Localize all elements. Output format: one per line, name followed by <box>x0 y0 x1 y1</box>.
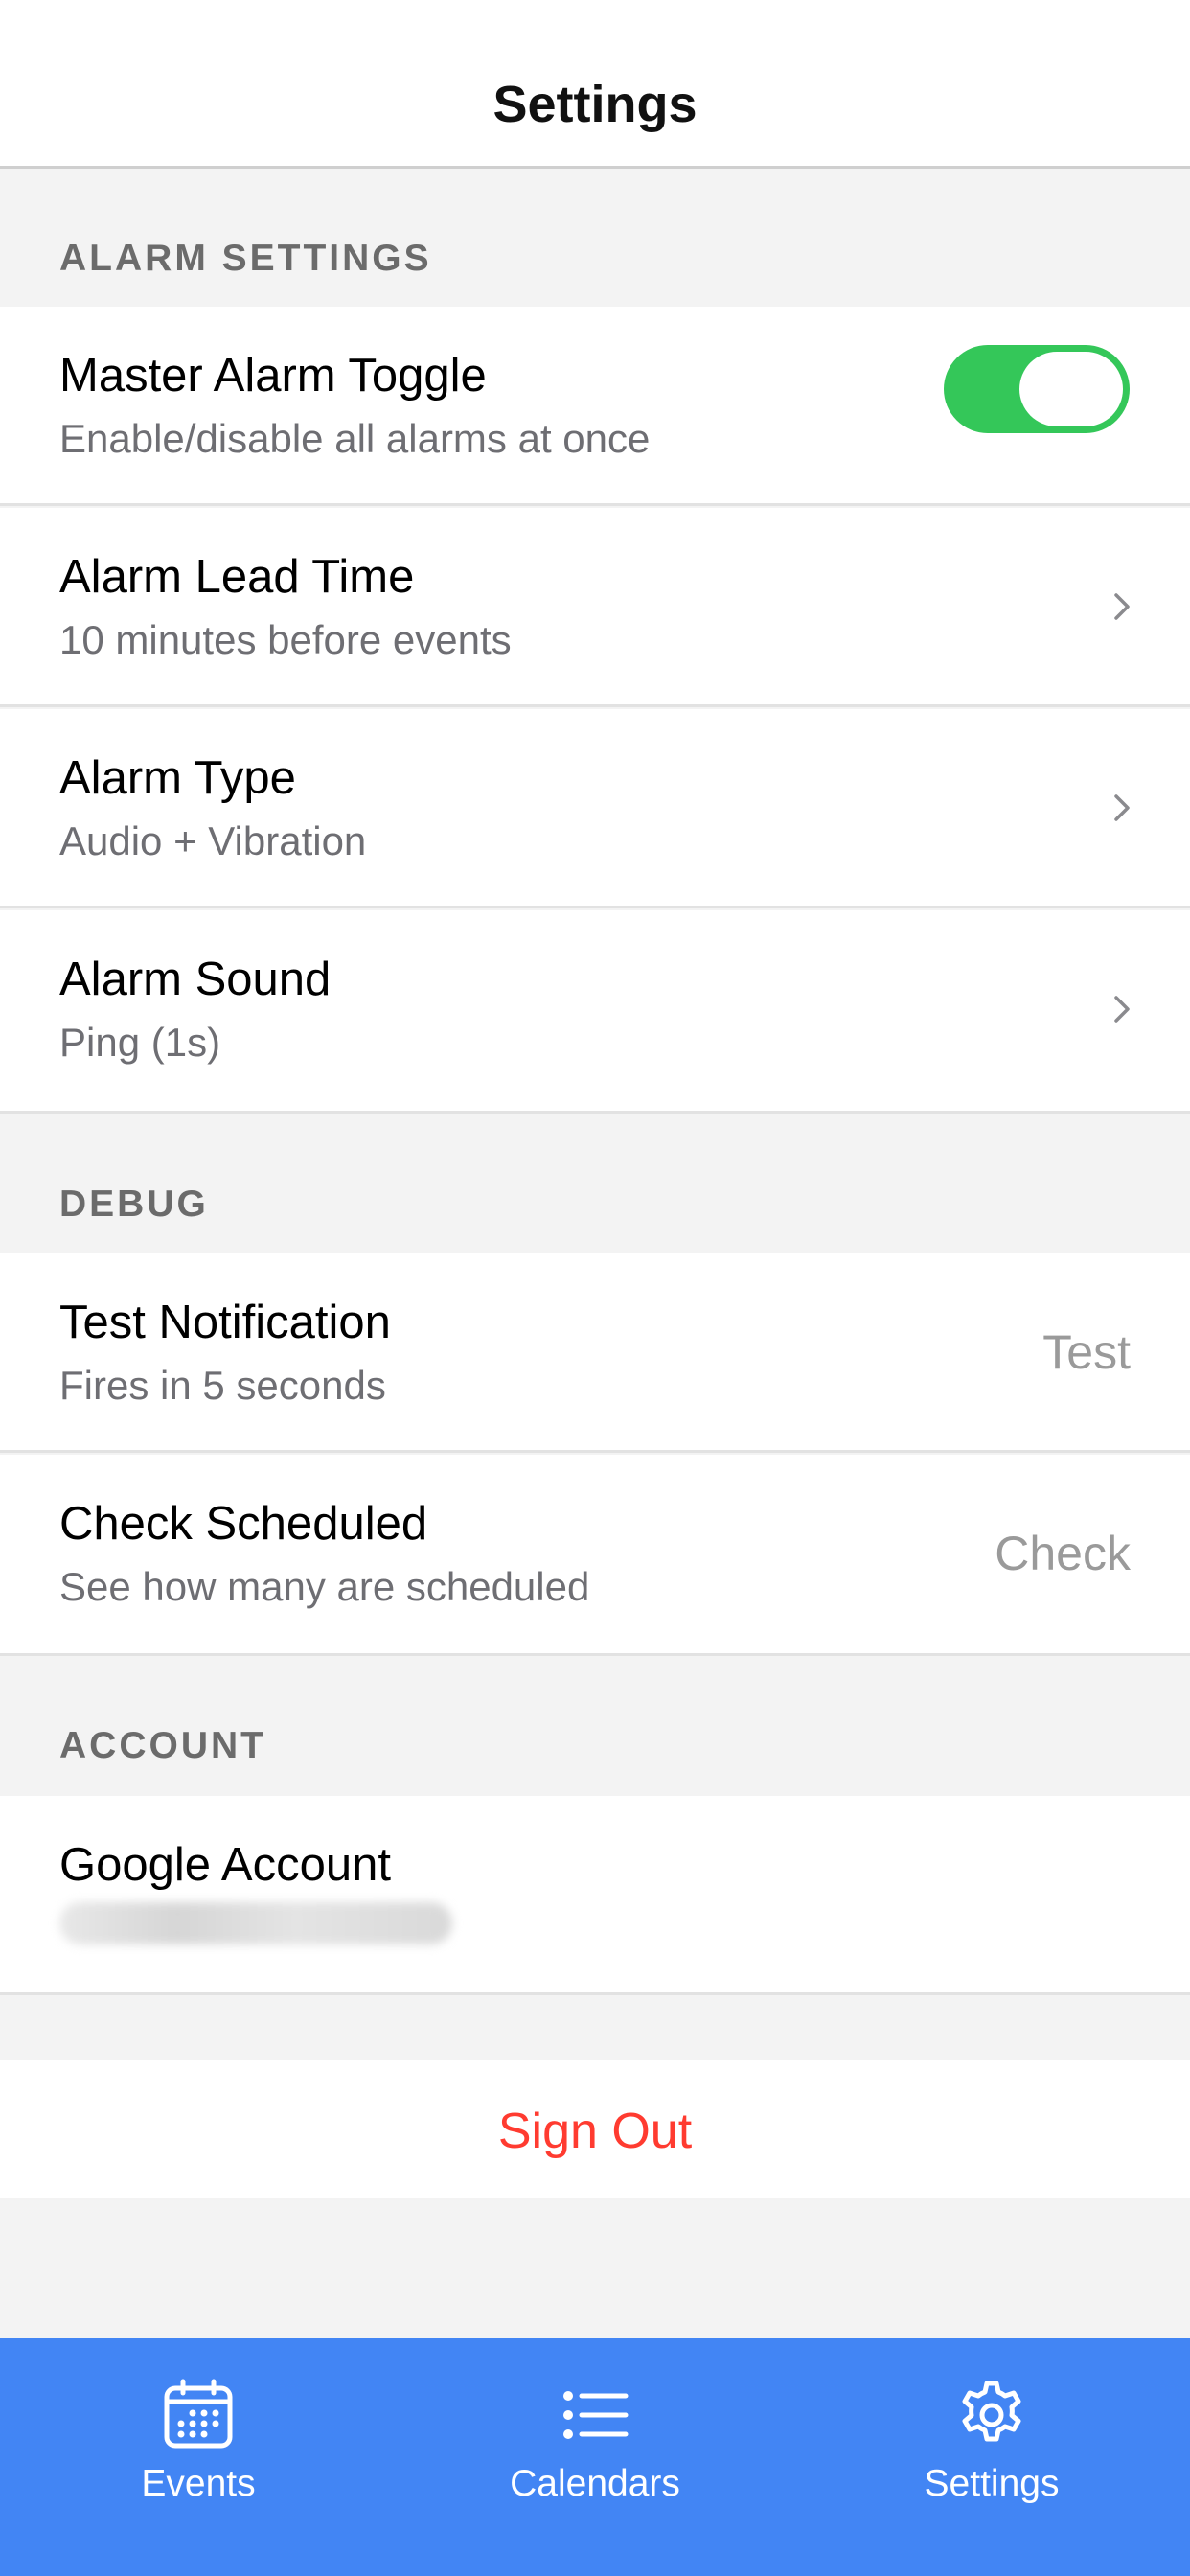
tab-calendars[interactable]: Calendars <box>397 2338 793 2576</box>
master-alarm-toggle-subtitle: Enable/disable all alarms at once <box>59 416 651 461</box>
navigation-header: Settings <box>0 0 1190 169</box>
switch-knob <box>1019 352 1123 426</box>
tab-label-calendars: Calendars <box>510 2463 680 2504</box>
google-account-title: Google Account <box>59 1839 391 1891</box>
chevron-right-icon <box>1114 593 1130 620</box>
check-scheduled-title: Check Scheduled <box>59 1498 428 1550</box>
chevron-right-icon <box>1114 794 1130 821</box>
master-alarm-switch[interactable] <box>944 345 1130 433</box>
section-header-debug: DEBUG <box>59 1184 209 1225</box>
tab-bar: Events Calendars Settings <box>0 2338 1190 2576</box>
alarm-sound-title: Alarm Sound <box>59 954 332 1005</box>
section-header-alarm-settings: ALARM SETTINGS <box>59 238 432 279</box>
alarm-lead-time-value: 10 minutes before events <box>59 617 512 662</box>
alarm-lead-time-title: Alarm Lead Time <box>59 551 415 603</box>
tab-label-events: Events <box>141 2463 256 2504</box>
alarm-type-value: Audio + Vibration <box>59 818 367 863</box>
alarm-sound-row[interactable]: Alarm Sound Ping (1s) <box>0 910 1190 1114</box>
tab-events[interactable]: Events <box>0 2338 397 2576</box>
sign-out-label: Sign Out <box>497 2104 693 2159</box>
google-account-row: Google Account <box>0 1796 1190 1995</box>
chevron-right-icon <box>1114 996 1130 1023</box>
calendar-icon <box>164 2379 233 2449</box>
test-notification-row: Test Notification Fires in 5 seconds Tes… <box>0 1254 1190 1453</box>
gear-icon <box>962 2380 1021 2442</box>
alarm-type-row[interactable]: Alarm Type Audio + Vibration <box>0 709 1190 908</box>
test-notification-title: Test Notification <box>59 1297 391 1348</box>
tab-settings[interactable]: Settings <box>793 2338 1190 2576</box>
sign-out-button[interactable]: Sign Out <box>0 2060 1190 2198</box>
alarm-lead-time-row[interactable]: Alarm Lead Time 10 minutes before events <box>0 508 1190 707</box>
alarm-sound-value: Ping (1s) <box>59 1020 221 1065</box>
test-notification-subtitle: Fires in 5 seconds <box>59 1363 386 1408</box>
list-icon <box>563 2391 629 2439</box>
master-alarm-toggle-title: Master Alarm Toggle <box>59 350 487 402</box>
tab-label-settings: Settings <box>924 2463 1060 2504</box>
page-title: Settings <box>492 76 698 133</box>
check-button[interactable]: Check <box>995 1526 1131 1581</box>
check-scheduled-row: Check Scheduled See how many are schedul… <box>0 1455 1190 1656</box>
check-scheduled-subtitle: See how many are scheduled <box>59 1564 590 1609</box>
test-button[interactable]: Test <box>1042 1324 1131 1380</box>
alarm-type-title: Alarm Type <box>59 752 296 804</box>
section-header-account: ACCOUNT <box>59 1725 266 1766</box>
redacted-email <box>59 1902 452 1944</box>
